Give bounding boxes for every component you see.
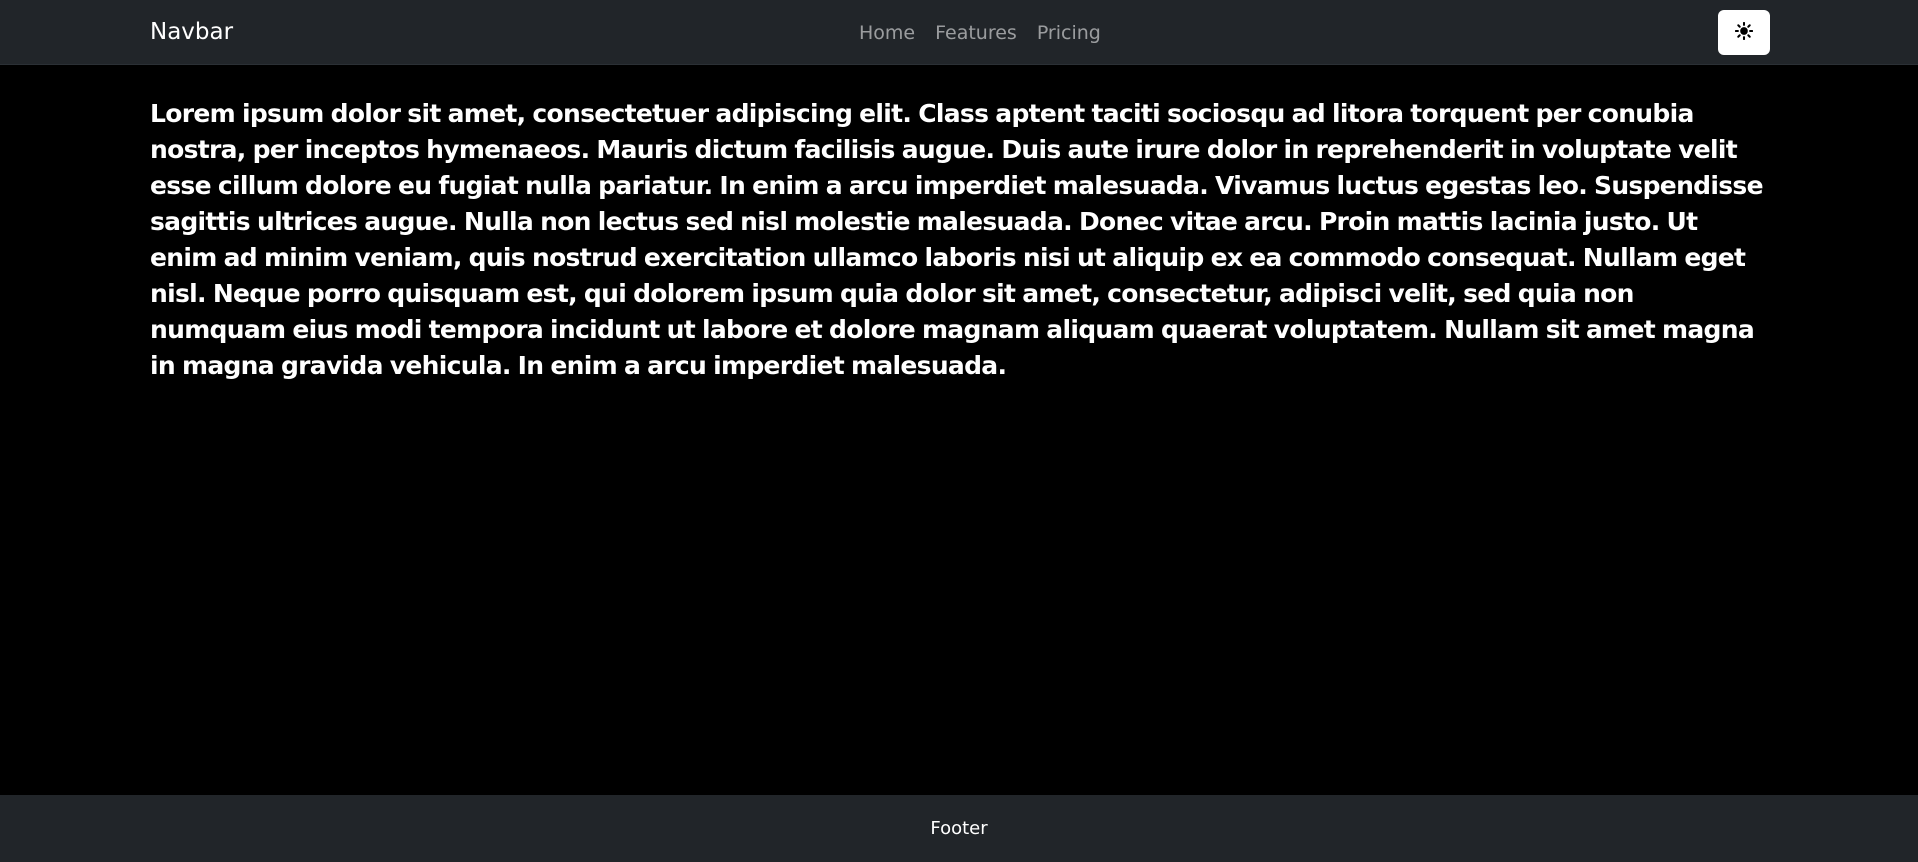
theme-toggle-button[interactable] — [1718, 10, 1770, 55]
main-content: Lorem ipsum dolor sit amet, consectetuer… — [150, 96, 1770, 384]
nav-link-home[interactable]: Home — [859, 22, 915, 44]
footer: Footer — [0, 795, 1918, 862]
nav-link-features[interactable]: Features — [935, 22, 1017, 44]
footer-text: Footer — [930, 818, 988, 839]
nav-link-pricing[interactable]: Pricing — [1037, 22, 1101, 44]
navbar-brand[interactable]: Navbar — [150, 0, 233, 65]
navbar: Navbar Home Features Pricing — [0, 0, 1918, 65]
lorem-paragraph: Lorem ipsum dolor sit amet, consectetuer… — [150, 99, 1764, 380]
nav-links: Home Features Pricing — [859, 0, 1101, 65]
sun-icon — [1734, 21, 1754, 44]
